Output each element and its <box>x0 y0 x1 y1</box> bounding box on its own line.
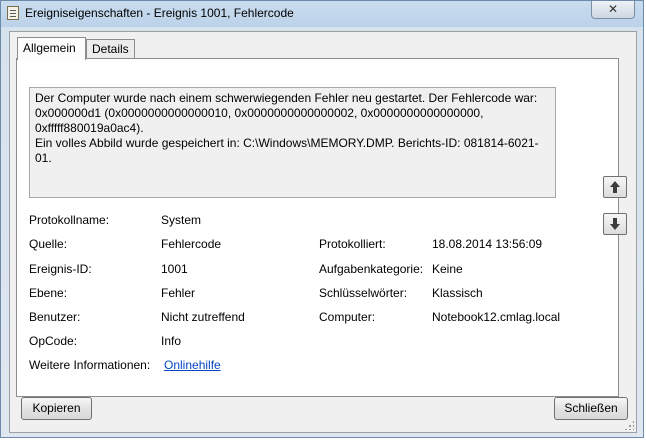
quelle-label: Quelle: <box>29 237 68 251</box>
dialog-client-area: Allgemein Details Der Computer wurde nac… <box>9 31 637 433</box>
ebene-value: Fehler <box>161 286 196 300</box>
previous-event-button[interactable] <box>603 176 627 198</box>
opcode-value: Info <box>161 334 182 348</box>
close-window-button[interactable]: ✕ <box>591 1 635 19</box>
event-properties-window: Ereigniseigenschaften - Ereignis 1001, F… <box>0 0 644 438</box>
ebene-label: Ebene: <box>29 286 68 300</box>
tab-allgemein[interactable]: Allgemein <box>17 37 86 60</box>
ereignis-id-value: 1001 <box>161 262 188 276</box>
arrow-up-icon <box>610 181 620 193</box>
weitere-informationen-label: Weitere Informationen: <box>29 358 151 372</box>
arrow-down-icon <box>610 218 620 230</box>
event-viewer-icon <box>7 6 19 20</box>
protokollname-label: Protokollname: <box>29 213 110 227</box>
quelle-value: Fehlercode <box>161 237 222 251</box>
aufgabenkategorie-value: Keine <box>432 262 463 276</box>
aufgabenkategorie-label: Aufgabenkategorie: <box>319 262 424 276</box>
onlinehilfe-link[interactable]: Onlinehilfe <box>164 358 221 372</box>
next-event-button[interactable] <box>603 213 627 235</box>
window-title: Ereigniseigenschaften - Ereignis 1001, F… <box>25 6 294 20</box>
benutzer-value: Nicht zutreffend <box>161 310 245 324</box>
title-bar[interactable]: Ereigniseigenschaften - Ereignis 1001, F… <box>1 1 643 25</box>
close-button[interactable]: Schließen <box>554 397 628 420</box>
general-tab-panel: Der Computer wurde nach einem schwerwieg… <box>16 58 619 397</box>
computer-value: Notebook12.cmlag.local <box>432 310 561 324</box>
event-description[interactable]: Der Computer wurde nach einem schwerwieg… <box>29 87 556 198</box>
schluesselwoerter-value: Klassisch <box>432 286 483 300</box>
opcode-label: OpCode: <box>29 334 78 348</box>
ereignis-id-label: Ereignis-ID: <box>29 262 92 276</box>
resize-grip[interactable] <box>624 420 634 430</box>
close-icon: ✕ <box>607 2 619 16</box>
benutzer-label: Benutzer: <box>29 310 81 324</box>
protokollname-value: System <box>161 213 202 227</box>
computer-label: Computer: <box>319 310 376 324</box>
copy-button[interactable]: Kopieren <box>21 397 92 420</box>
tab-details[interactable]: Details <box>86 39 135 58</box>
schluesselwoerter-label: Schlüsselwörter: <box>319 286 408 300</box>
protokolliert-value: 18.08.2014 13:56:09 <box>432 237 543 251</box>
protokolliert-label: Protokolliert: <box>319 237 386 251</box>
